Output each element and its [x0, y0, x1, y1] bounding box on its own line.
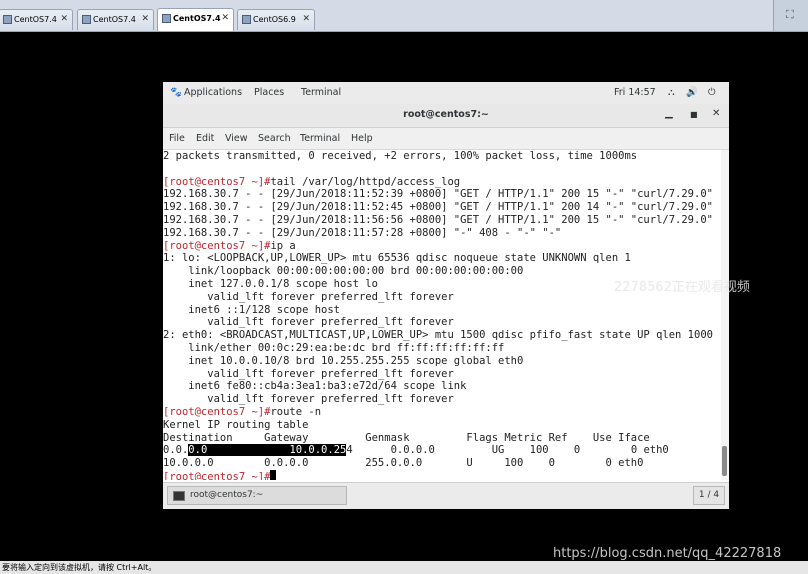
- ip-line: 2: eth0: <BROADCAST,MULTICAST,UP,LOWER_U…: [163, 329, 713, 342]
- vm-tab-label: CentOS7.4: [173, 14, 221, 23]
- menu-edit[interactable]: Edit: [196, 133, 214, 144]
- ip-line: inet6 ::1/128 scope host: [163, 303, 341, 316]
- command: tail /var/log/httpd/access_log: [270, 175, 461, 188]
- terminal-window: root@centos7:~ ▁ ■ ✕ File Edit View Sear…: [163, 104, 729, 509]
- ip-line: valid_lft forever preferred_lft forever: [163, 316, 454, 329]
- menu-file[interactable]: File: [169, 133, 185, 144]
- vm-tab-4[interactable]: CentOS6.9 ✕: [237, 9, 315, 30]
- vm-icon: [242, 15, 251, 24]
- log-line: 192.168.30.7 - - [29/Jun/2018:11:52:45 +…: [163, 201, 713, 214]
- close-icon[interactable]: ✕: [712, 108, 720, 119]
- taskbar-item-label: root@centos7:~: [190, 490, 264, 500]
- workspace-pager[interactable]: 1 / 4: [693, 486, 725, 505]
- vm-icon: [82, 15, 91, 24]
- prompt: [root@centos7 ~]#: [163, 405, 271, 418]
- prompt: [root@centos7 ~]#: [163, 175, 271, 188]
- ip-line: link/ether 00:0c:29:ea:be:dc brd ff:ff:f…: [163, 341, 505, 354]
- fullscreen-button[interactable]: ⛶: [773, 0, 808, 31]
- vm-tab-label: CentOS6.9: [253, 15, 296, 24]
- text-selection[interactable]: 0.0 10.0.0.25: [188, 444, 347, 457]
- taskbar-item-terminal[interactable]: root@centos7:~: [167, 486, 347, 505]
- window-title: root@centos7:~: [403, 109, 489, 120]
- terminal-menu[interactable]: Terminal: [301, 87, 341, 98]
- menu-terminal[interactable]: Terminal: [300, 133, 340, 144]
- terminal-icon: [173, 491, 185, 501]
- route-row: 0.0.: [163, 444, 189, 457]
- menu-search[interactable]: Search: [258, 133, 291, 144]
- ip-line: valid_lft forever preferred_lft forever: [163, 290, 454, 303]
- applications-menu[interactable]: Applications: [184, 87, 242, 98]
- vm-tab-label: CentOS7.4: [93, 15, 136, 24]
- prompt: [root@centos7 ~]#: [163, 239, 271, 252]
- ip-line: 1: lo: <LOOPBACK,UP,LOWER_UP> mtu 65536 …: [163, 252, 631, 265]
- close-icon[interactable]: ✕: [60, 14, 68, 24]
- host-status-bar: 要将输入定向到该虚拟机，请按 Ctrl+Alt。: [0, 561, 808, 574]
- vm-tab-2[interactable]: CentOS7.4 ✕: [77, 9, 154, 30]
- maximize-icon[interactable]: ■: [690, 110, 698, 119]
- route-row: 4 0.0.0.0 UG 100 0 0 eth0: [346, 444, 669, 457]
- ip-line: inet 127.0.0.1/8 scope host lo: [163, 277, 378, 290]
- log-line: 192.168.30.7 - - [29/Jun/2018:11:56:56 +…: [163, 213, 713, 226]
- ip-line: inet6 fe80::cb4a:3ea1:ba3:e72d/64 scope …: [163, 380, 467, 393]
- volume-icon[interactable]: 🔊: [686, 87, 698, 98]
- route-title: Kernel IP routing table: [163, 418, 309, 431]
- window-titlebar[interactable]: root@centos7:~ ▁ ■ ✕: [163, 104, 729, 128]
- vm-tab-1[interactable]: CentOS7.4 ✕: [0, 9, 73, 30]
- applications-icon: 🐾: [170, 87, 182, 98]
- minimize-icon[interactable]: ▁: [665, 108, 673, 119]
- fullscreen-icon: ⛶: [786, 8, 794, 21]
- close-icon[interactable]: ✕: [221, 13, 229, 23]
- close-icon[interactable]: ✕: [141, 14, 149, 24]
- ip-line: link/loopback 00:00:00:00:00:00 brd 00:0…: [163, 265, 524, 278]
- vm-icon: [162, 14, 171, 23]
- ip-line: valid_lft forever preferred_lft forever: [163, 367, 454, 380]
- vm-icon: [3, 15, 12, 24]
- log-line: 192.168.30.7 - - [29/Jun/2018:11:57:28 +…: [163, 226, 562, 239]
- route-row: 10.0.0.0 0.0.0.0 255.0.0.0 U 100 0 0 eth…: [163, 457, 644, 470]
- prompt: [root@centos7 ~]#: [163, 470, 271, 480]
- menu-help[interactable]: Help: [351, 133, 373, 144]
- vm-tab-label: CentOS7.4: [14, 15, 57, 24]
- viewer-watermark: 2278562正在观看视频: [614, 280, 750, 295]
- power-icon[interactable]: ⏻: [708, 87, 716, 98]
- route-header: Destination Gateway Genmask Flags Metric…: [163, 431, 650, 444]
- ip-line: valid_lft forever preferred_lft forever: [163, 393, 454, 406]
- vm-tab-bar: CentOS7.4 ✕ CentOS7.4 ✕ CentOS7.4 ✕ Cent…: [0, 0, 808, 32]
- menu-view[interactable]: View: [225, 133, 248, 144]
- places-menu[interactable]: Places: [254, 87, 284, 98]
- command: ip a: [270, 239, 296, 252]
- log-line: 192.168.30.7 - - [29/Jun/2018:11:52:39 +…: [163, 188, 713, 201]
- clock[interactable]: Fri 14:57: [614, 87, 656, 98]
- text-cursor: [270, 469, 277, 480]
- command: route -n: [270, 405, 322, 418]
- network-icon[interactable]: ⛬: [668, 87, 675, 98]
- blog-watermark: https://blog.csdn.net/qq_42227818: [553, 546, 782, 561]
- terminal-output[interactable]: 2 packets transmitted, 0 received, +2 er…: [163, 150, 719, 480]
- scrollbar[interactable]: [721, 150, 729, 480]
- gnome-top-bar: 🐾 Applications Places Terminal Fri 14:57…: [163, 82, 729, 104]
- close-icon[interactable]: ✕: [302, 14, 310, 24]
- ip-line: inet 10.0.0.10/8 brd 10.255.255.255 scop…: [163, 354, 524, 367]
- menu-bar: File Edit View Search Terminal Help: [163, 128, 729, 150]
- terminal-line: 2 packets transmitted, 0 received, +2 er…: [163, 150, 638, 162]
- scrollbar-thumb[interactable]: [722, 446, 727, 476]
- window-list-bar: root@centos7:~ 1 / 4: [163, 482, 729, 509]
- vm-tab-3[interactable]: CentOS7.4 ✕: [157, 8, 234, 31]
